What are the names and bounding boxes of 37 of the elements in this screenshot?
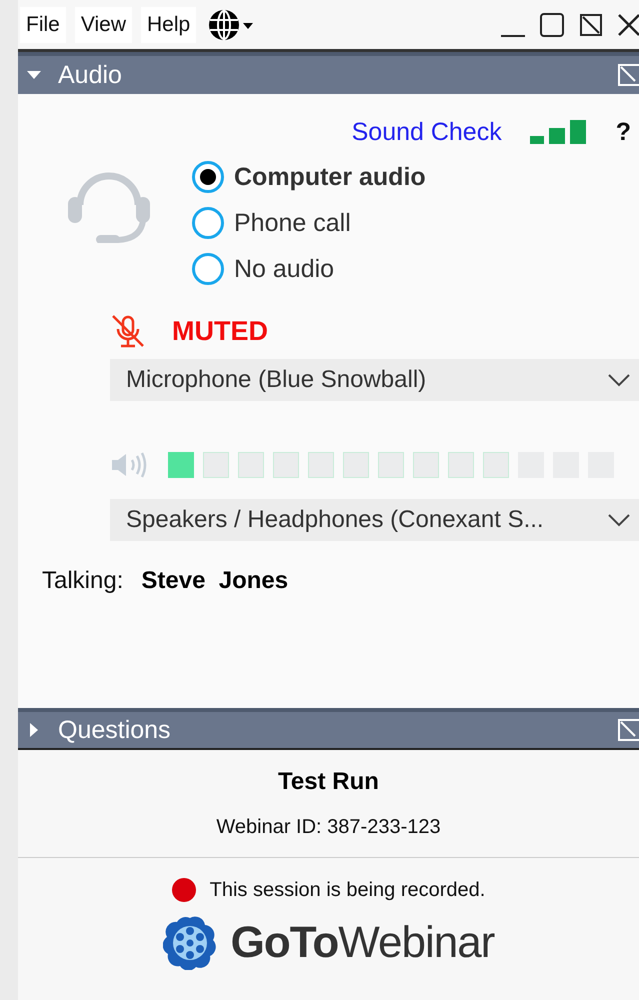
panel-title: Questions [58,716,171,744]
radio-button[interactable] [192,253,224,285]
popout-icon[interactable] [617,63,639,87]
panel-title: Audio [58,60,122,90]
muted-microphone-icon[interactable] [110,313,146,349]
audio-option[interactable]: No audio [192,253,426,285]
talking-name: Steve Jones [141,567,288,595]
recording-dot-icon [172,878,196,902]
menu-item[interactable]: View [74,6,132,42]
globe-dropdown-icon[interactable] [207,8,254,42]
webinar-id: Webinar ID: 387-233-123 [216,816,441,839]
popout-icon[interactable] [617,718,639,742]
talking-label: Talking: [42,567,124,595]
chevron-icon [607,513,631,527]
mute-status: MUTED [172,316,268,346]
audio-option[interactable]: Phone call [192,207,426,239]
radio-button[interactable] [192,207,224,239]
sound-check-link[interactable]: Sound Check [352,118,502,147]
panel-header[interactable]: Audio [18,52,639,94]
menu-item[interactable]: File [20,6,66,42]
maximize-icon[interactable] [539,12,565,38]
close-icon[interactable] [617,12,639,38]
chevron-icon [607,373,631,387]
recording-notice: This session is being recorded. [210,878,486,902]
radio-button[interactable] [192,161,224,193]
product-logo-text: GoToWebinar [230,918,494,968]
panel-header[interactable]: Questions [18,708,639,750]
microphone-dropdown[interactable]: Microphone (Blue Snowball) [110,359,639,401]
undock-icon[interactable] [578,12,604,38]
speaker-icon [110,451,148,479]
flower-logo-icon [162,916,217,970]
speaker-dropdown[interactable]: Speakers / Headphones (Conexant S... [110,499,639,541]
webinar-title: Test Run [278,768,379,796]
signal-icon [530,120,588,146]
menu-item[interactable]: Help [140,6,196,42]
audio-option[interactable]: Computer audio [192,161,426,193]
help-button[interactable]: ? [616,118,631,147]
